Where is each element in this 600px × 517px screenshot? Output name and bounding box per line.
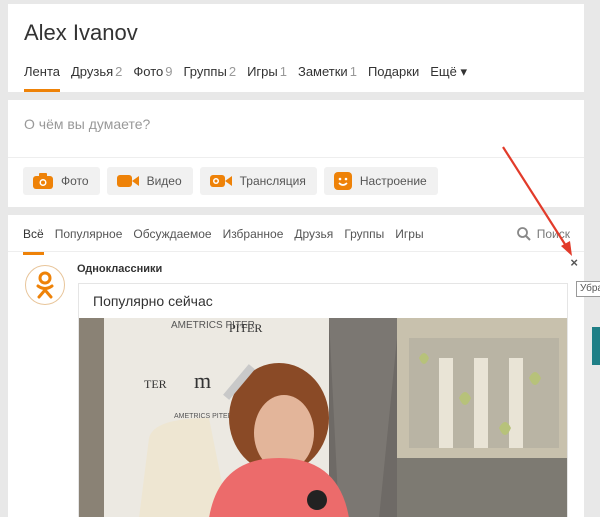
search-label: Поиск <box>536 227 570 241</box>
post-content: Популярно сейчас AMETRICS PITER PITER TE… <box>78 283 568 517</box>
nav-item-more[interactable]: Ещё ▾ <box>430 64 467 92</box>
nav-item-gifts[interactable]: Подарки <box>368 64 419 92</box>
photo-button[interactable]: Фото <box>23 167 100 195</box>
mood-button-label: Настроение <box>359 174 427 188</box>
feed-card: Всё Популярное Обсуждаемое Избранное Дру… <box>8 215 584 517</box>
nav-label: Заметки <box>297 64 348 79</box>
svg-text:TER: TER <box>144 377 167 391</box>
nav-label: Ещё ▾ <box>430 64 467 79</box>
status-input[interactable]: О чём вы думаете? <box>24 116 150 132</box>
tooltip: Убра <box>576 281 600 297</box>
odnoklassniki-logo-icon <box>36 271 54 299</box>
svg-text:m: m <box>194 368 211 393</box>
post-title: Популярно сейчас <box>93 293 213 309</box>
nav-label: Подарки <box>367 64 420 79</box>
feed-search-button[interactable]: Поиск <box>516 227 570 241</box>
feed-post: Одноклассники × Популярно сейчас AMETRIC… <box>8 252 584 517</box>
video-button[interactable]: Видео <box>106 167 193 195</box>
profile-nav: Лента Друзья 2 Фото 9 Группы 2 Игры 1 Заметк… <box>24 64 478 92</box>
divider <box>8 157 584 158</box>
nav-label: Друзья <box>70 64 114 79</box>
nav-item-groups[interactable]: Группы 2 <box>184 64 237 92</box>
photo-button-label: Фото <box>61 174 89 188</box>
nav-item-games[interactable]: Игры 1 <box>247 64 287 92</box>
nav-count: 1 <box>279 64 287 79</box>
nav-item-friends[interactable]: Друзья 2 <box>71 64 122 92</box>
close-icon[interactable]: × <box>570 255 578 270</box>
side-banner-edge <box>592 327 600 365</box>
nav-label: Лента <box>24 64 60 79</box>
nav-label: Фото <box>133 64 164 79</box>
video-frame: AMETRICS PITER PITER TER m AMETRICS PITE… <box>79 318 567 517</box>
avatar[interactable] <box>25 265 65 305</box>
profile-header: Alex Ivanov Лента Друзья 2 Фото 9 Группы 2 … <box>8 4 584 92</box>
post-author[interactable]: Одноклассники <box>77 263 162 275</box>
nav-item-notes[interactable]: Заметки 1 <box>298 64 357 92</box>
nav-label: Группы <box>183 64 227 79</box>
nav-item-photos[interactable]: Фото 9 <box>133 64 172 92</box>
nav-label: Игры <box>247 64 278 79</box>
search-icon <box>516 227 531 241</box>
nav-count: 2 <box>115 64 123 79</box>
smiley-icon <box>333 172 352 190</box>
video-button-label: Видео <box>146 174 182 188</box>
video-camera-icon <box>116 175 139 187</box>
nav-count: 9 <box>165 64 173 79</box>
svg-text:PITER: PITER <box>229 321 262 335</box>
nav-count: 1 <box>349 64 357 79</box>
camera-icon <box>33 173 53 189</box>
post-composer: О чём вы думаете? Фото Видео Трансляция … <box>8 100 584 207</box>
nav-item-feed[interactable]: Лента <box>24 64 60 92</box>
profile-name[interactable]: Alex Ivanov <box>24 20 138 46</box>
video-thumbnail[interactable]: AMETRICS PITER PITER TER m AMETRICS PITE… <box>79 318 567 517</box>
broadcast-button[interactable]: Трансляция <box>199 167 317 195</box>
mood-button[interactable]: Настроение <box>323 167 438 195</box>
nav-count: 2 <box>228 64 237 79</box>
broadcast-button-label: Трансляция <box>239 174 306 188</box>
composer-actions: Фото Видео Трансляция Настроение <box>23 167 445 195</box>
broadcast-icon <box>209 175 232 187</box>
